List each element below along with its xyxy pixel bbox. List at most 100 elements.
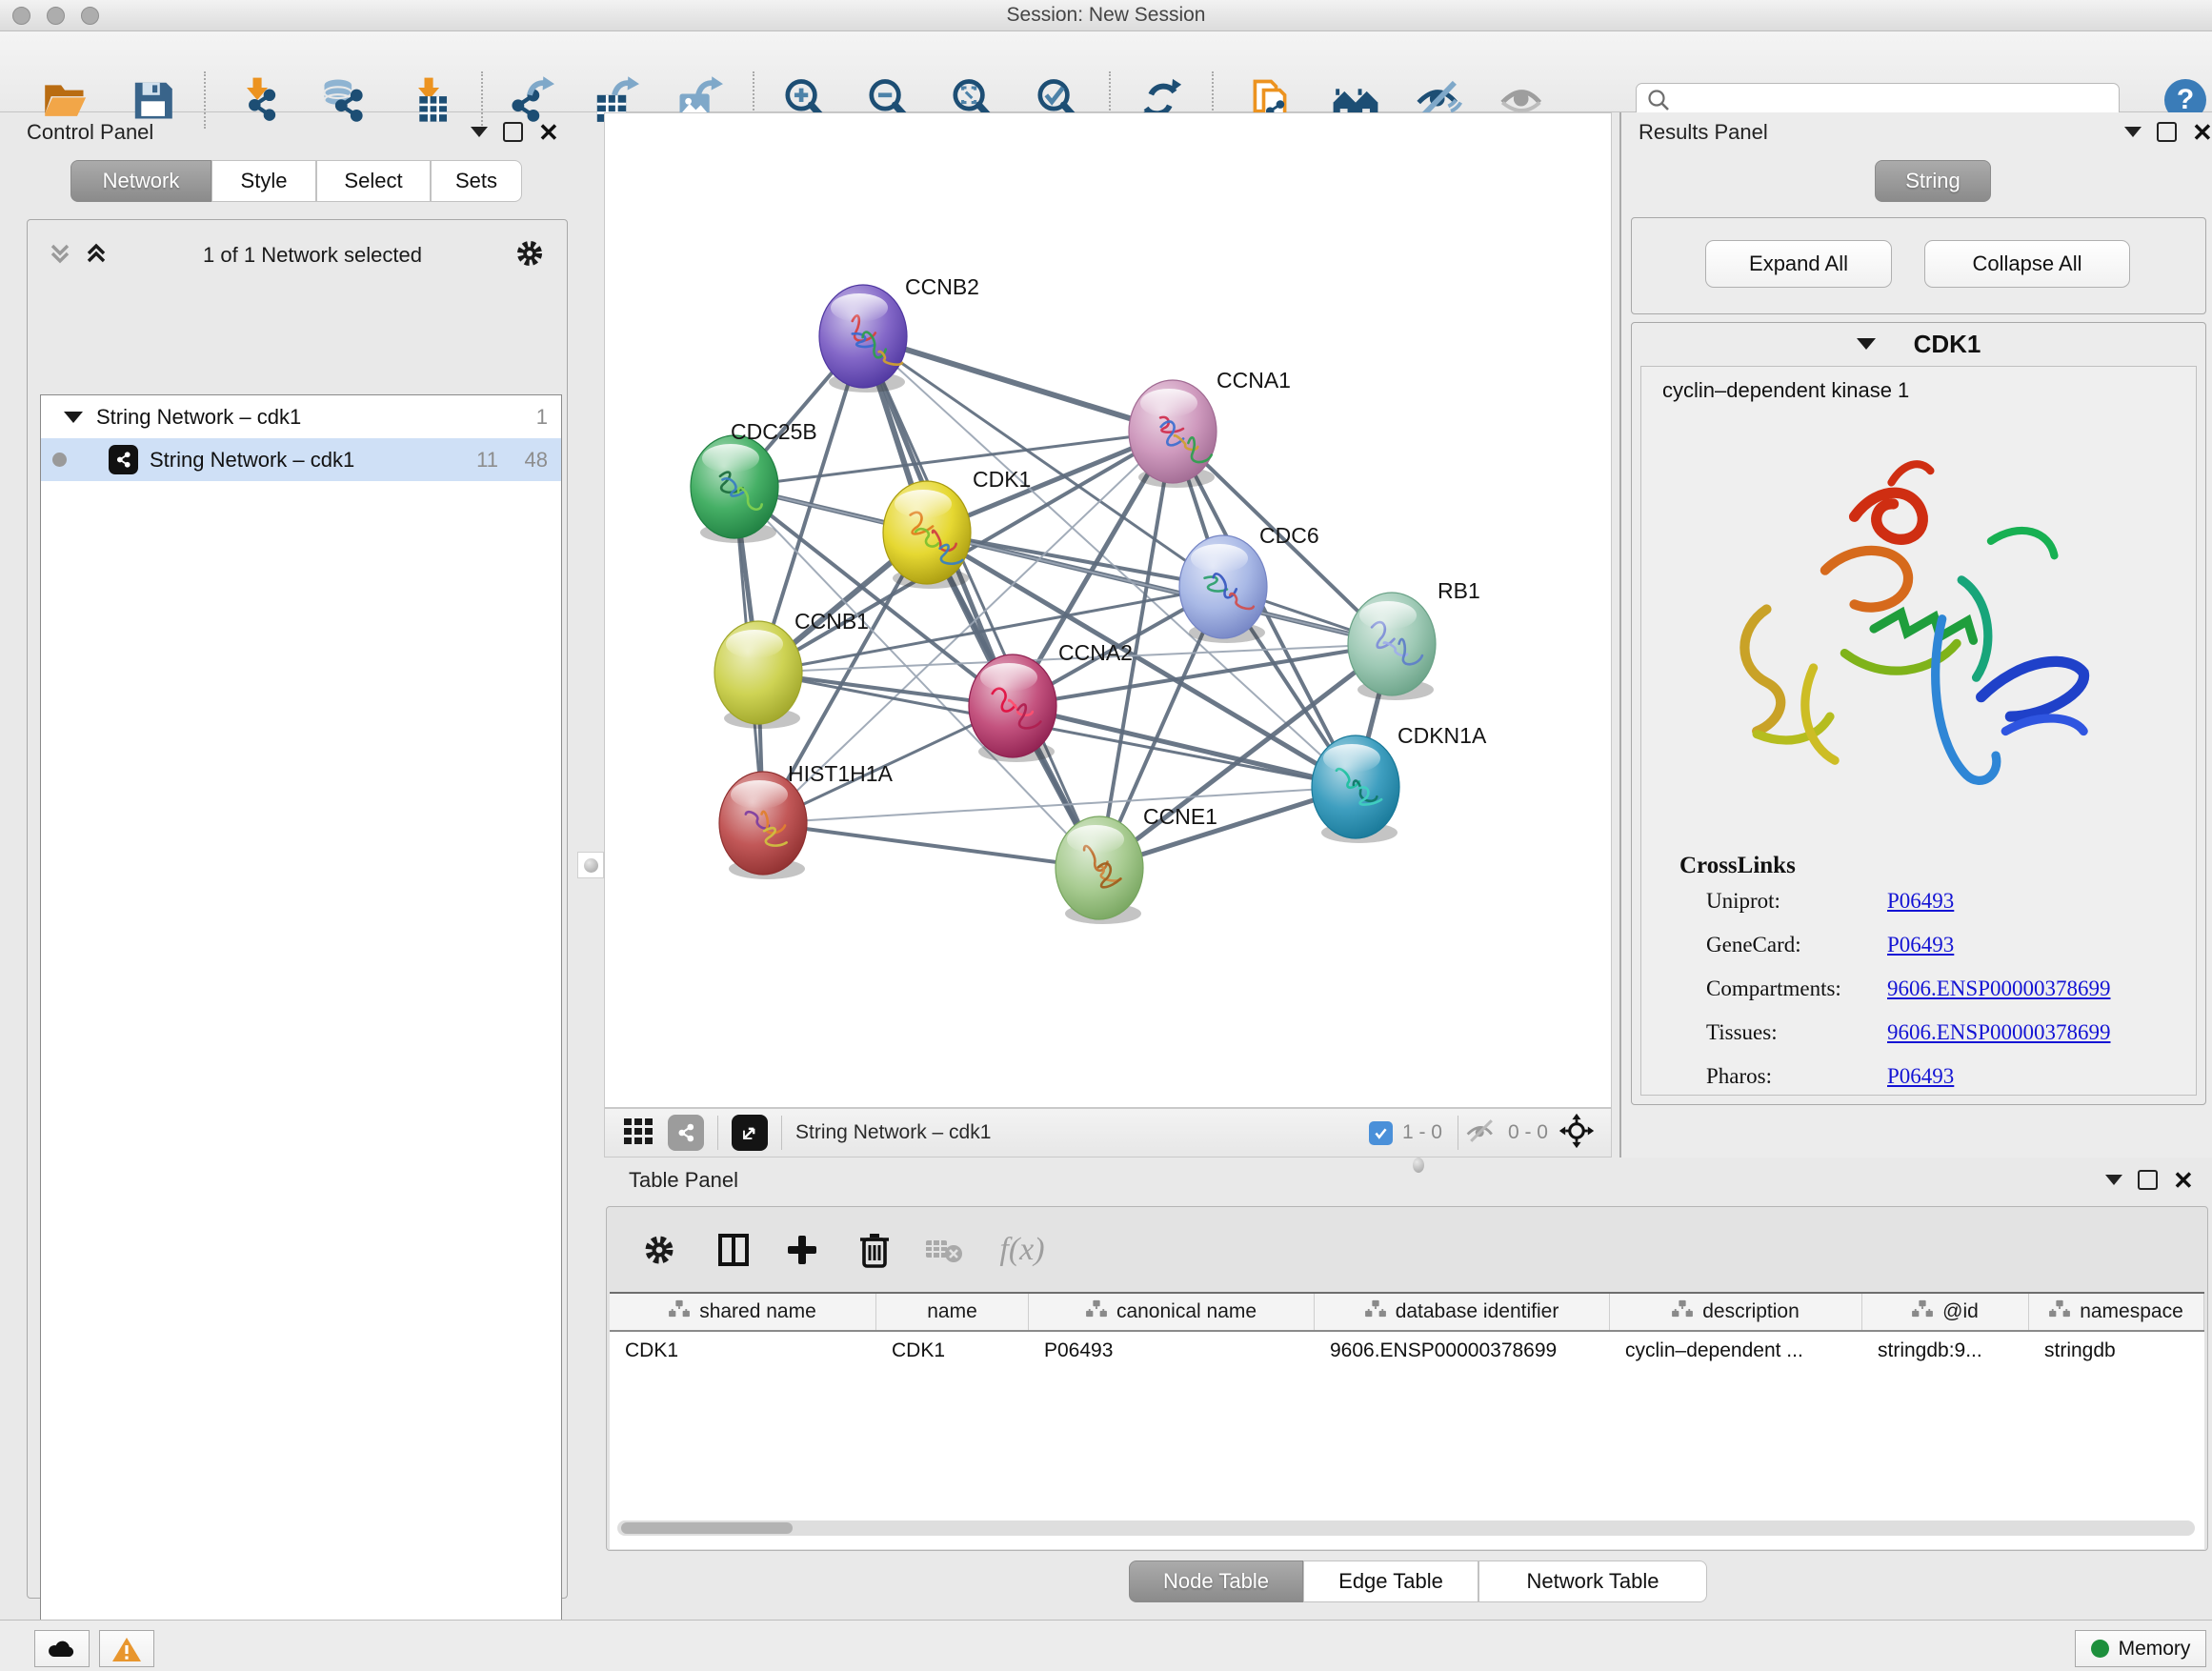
cell[interactable]: stringdb:9... [1862, 1332, 2029, 1370]
scrollbar-thumb[interactable] [621, 1522, 793, 1534]
cell[interactable]: 9606.ENSP00000378699 [1315, 1332, 1610, 1370]
cell[interactable]: stringdb [2029, 1332, 2204, 1370]
grid-view-icon[interactable] [622, 1115, 654, 1152]
node-label-RB1: RB1 [1438, 578, 1480, 603]
warning-icon [111, 1636, 142, 1662]
selected-checkbox-icon[interactable] [1369, 1121, 1393, 1145]
expand-all-button[interactable]: Expand All [1705, 240, 1892, 288]
cell[interactable]: CDK1 [876, 1332, 1029, 1370]
network-column-icon [669, 1299, 690, 1324]
hidden-eye-icon[interactable] [1464, 1117, 1498, 1150]
collapse-all-button[interactable]: Collapse All [1924, 240, 2130, 288]
network-options-gear-icon[interactable] [513, 236, 547, 275]
results-float-icon[interactable] [2157, 122, 2177, 142]
warnings-button[interactable] [99, 1630, 154, 1667]
birds-eye-crosshair-icon[interactable] [1558, 1112, 1596, 1155]
crosslink-row: Pharos:P06493 [1706, 1064, 2182, 1108]
collection-expander-icon[interactable] [64, 412, 83, 423]
edge-CCNB2-CCNE1[interactable] [863, 336, 1099, 868]
string-network-graph[interactable]: CCNB2CCNA1CDC25BCDK1CDC6RB1CCNB1CCNA2CDK… [605, 113, 1611, 1107]
expand-all-networks-icon[interactable] [80, 238, 112, 273]
network-view-toolbar: String Network – cdk1 1 - 0 0 - 0 [604, 1108, 1612, 1158]
selected-node-edge-counts: 1 - 0 [1402, 1121, 1442, 1144]
node-label-CCNE1: CCNE1 [1143, 804, 1217, 829]
crosslink-link[interactable]: 9606.ENSP00000378699 [1887, 976, 2111, 1001]
tab-select[interactable]: Select [316, 160, 431, 202]
table-horizontal-scrollbar[interactable] [617, 1520, 2195, 1536]
edge-CCNA2-CDKN1A[interactable] [1013, 706, 1356, 787]
tab-string[interactable]: String [1875, 160, 1991, 202]
network-row[interactable]: String Network – cdk1 11 48 [41, 438, 561, 481]
float-panel-icon[interactable] [503, 122, 523, 142]
results-close-icon[interactable]: ✕ [2192, 123, 2212, 142]
table-menu-icon[interactable] [2105, 1175, 2122, 1185]
tab-sets[interactable]: Sets [431, 160, 522, 202]
crosslinks-list: Uniprot:P06493GeneCard:P06493Compartment… [1706, 889, 2182, 1108]
node-CCNB2[interactable]: CCNB2 [819, 274, 979, 393]
node-CDKN1A[interactable]: CDKN1A [1312, 723, 1487, 843]
node-label-CDC25B: CDC25B [731, 419, 817, 444]
delete-column-icon[interactable] [852, 1227, 897, 1273]
tab-edge-table[interactable]: Edge Table [1303, 1560, 1478, 1602]
network-collection-row[interactable]: String Network – cdk1 1 [41, 395, 561, 438]
table-close-icon[interactable]: ✕ [2173, 1171, 2194, 1190]
column-header-database-identifier[interactable]: database identifier [1315, 1294, 1610, 1330]
network-badge-icon[interactable] [668, 1115, 704, 1151]
network-column-icon [1672, 1299, 1693, 1324]
node-table: shared namenamecanonical namedatabase id… [610, 1292, 2204, 1549]
column-header-description[interactable]: description [1610, 1294, 1862, 1330]
delete-table-icon[interactable] [920, 1227, 966, 1273]
protein-detail-card: cyclin–dependent kinase 1 [1640, 366, 2197, 1096]
cell[interactable]: P06493 [1029, 1332, 1315, 1370]
node-CCNE1[interactable]: CCNE1 [1056, 804, 1217, 924]
node-CDC25B[interactable]: CDC25B [691, 419, 817, 543]
panel-menu-icon[interactable] [471, 127, 488, 137]
node-label-CDC6: CDC6 [1259, 523, 1319, 548]
tab-style[interactable]: Style [211, 160, 316, 202]
edge-HIST1H1A-CCNE1[interactable] [763, 823, 1099, 868]
function-builder-icon[interactable]: f(x) [989, 1227, 1056, 1273]
close-panel-icon[interactable]: ✕ [538, 123, 559, 142]
search-input[interactable] [1679, 91, 2119, 114]
table-row[interactable]: CDK1CDK1P064939606.ENSP00000378699cyclin… [610, 1332, 2204, 1370]
collapse-all-networks-icon[interactable] [44, 238, 76, 273]
crosslink-link[interactable]: P06493 [1887, 1064, 1954, 1089]
crosslink-label: Compartments: [1706, 976, 1841, 1001]
select-columns-icon[interactable] [711, 1227, 756, 1273]
detach-view-icon[interactable] [732, 1115, 768, 1151]
memory-button[interactable]: Memory [2075, 1630, 2206, 1667]
network-edges [734, 336, 1392, 868]
network-node-count: 11 [476, 448, 498, 473]
network-canvas[interactable]: CCNB2CCNA1CDC25BCDK1CDC6RB1CCNB1CCNA2CDK… [604, 112, 1612, 1108]
protein-structure-image [1689, 424, 2137, 834]
edge-CCNB2-CCNA1[interactable] [863, 336, 1173, 432]
results-panel-title: Results Panel [1639, 120, 1768, 145]
node-RB1[interactable]: RB1 [1348, 578, 1480, 700]
left-splitter-grip[interactable] [577, 852, 604, 878]
column-header-namespace[interactable]: namespace [2029, 1294, 2204, 1330]
column-header-canonical-name[interactable]: canonical name [1029, 1294, 1315, 1330]
crosslink-link[interactable]: P06493 [1887, 889, 1954, 914]
cell[interactable]: CDK1 [610, 1332, 876, 1370]
add-column-icon[interactable] [779, 1227, 825, 1273]
column-header--id[interactable]: @id [1862, 1294, 2029, 1330]
tab-node-table[interactable]: Node Table [1129, 1560, 1303, 1602]
node-HIST1H1A[interactable]: HIST1H1A [719, 761, 894, 879]
network-edge-count: 48 [525, 448, 548, 473]
tab-network[interactable]: Network [70, 160, 211, 202]
cell[interactable]: cyclin–dependent ... [1610, 1332, 1862, 1370]
column-header-name[interactable]: name [876, 1294, 1029, 1330]
column-header-shared-name[interactable]: shared name [610, 1294, 876, 1330]
node-CDC6[interactable]: CDC6 [1179, 523, 1319, 643]
memory-label: Memory [2119, 1638, 2191, 1661]
crosslink-link[interactable]: P06493 [1887, 933, 1954, 957]
table-float-icon[interactable] [2138, 1170, 2158, 1190]
protein-name: CDK1 [1914, 330, 1981, 359]
node-label-CCNA2: CCNA2 [1058, 640, 1133, 665]
protein-expander-icon[interactable] [1857, 338, 1876, 350]
cloud-button[interactable] [34, 1630, 90, 1667]
tab-network-table[interactable]: Network Table [1478, 1560, 1707, 1602]
table-gear-icon[interactable] [636, 1227, 682, 1273]
results-menu-icon[interactable] [2124, 127, 2142, 137]
crosslink-link[interactable]: 9606.ENSP00000378699 [1887, 1020, 2111, 1045]
